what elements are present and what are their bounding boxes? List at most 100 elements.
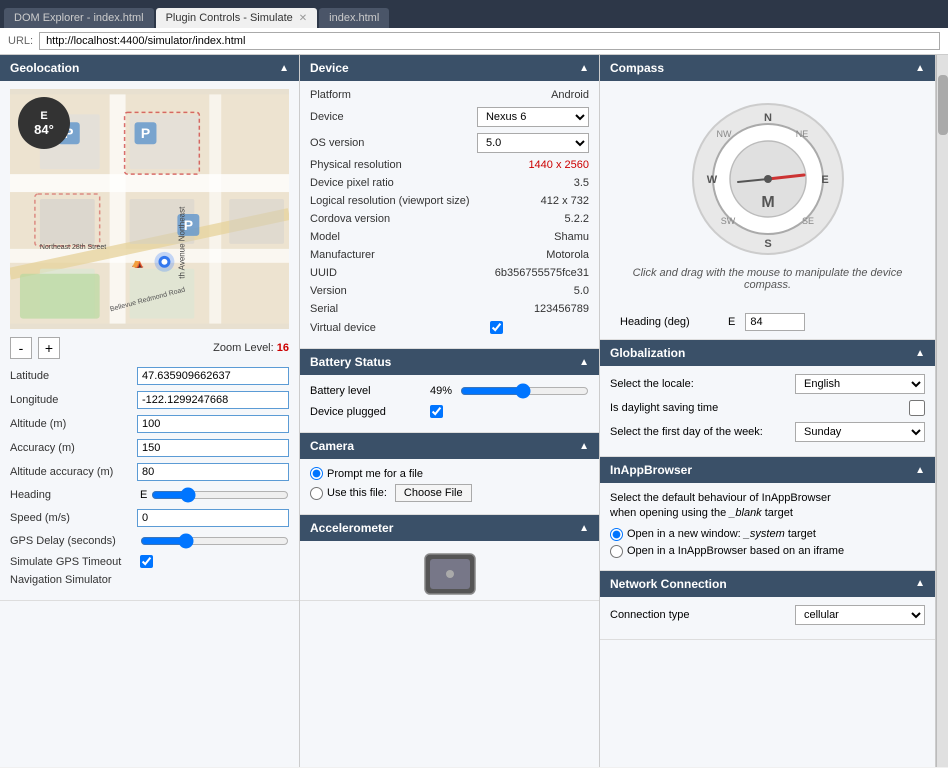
daylight-checkbox[interactable]	[909, 400, 925, 416]
geolocation-body: P P P ⛺	[0, 81, 299, 601]
connection-type-label: Connection type	[610, 609, 795, 621]
speed-input[interactable]	[137, 509, 289, 527]
camera-header[interactable]: Camera ▲	[300, 433, 599, 459]
compass-dial[interactable]: N E S W NE SE SW NW M	[688, 99, 848, 259]
url-input[interactable]	[39, 32, 940, 50]
camera-body: Prompt me for a file Use this file: Choo…	[300, 459, 599, 515]
platform-label: Platform	[310, 89, 490, 101]
platform-row: Platform Android	[310, 89, 589, 101]
tab-index[interactable]: index.html	[319, 8, 389, 28]
battery-level-row: Battery level 49%	[310, 383, 589, 399]
map-compass-dir: E	[40, 110, 47, 122]
prompt-label: Prompt me for a file	[327, 468, 423, 480]
locale-select[interactable]: English French Spanish	[795, 374, 925, 394]
iab-description: Select the default behaviour of InAppBro…	[610, 491, 925, 522]
prompt-radio[interactable]	[310, 467, 323, 480]
manufacturer-label: Manufacturer	[310, 249, 490, 261]
iab-option2-radio[interactable]	[610, 545, 623, 558]
heading-dir: E	[140, 489, 147, 501]
globalization-header[interactable]: Globalization ▲	[600, 340, 935, 366]
prompt-row: Prompt me for a file	[310, 467, 589, 480]
version-value: 5.0	[490, 285, 589, 297]
device-chevron: ▲	[579, 63, 589, 74]
scrollbar-thumb[interactable]	[938, 75, 948, 135]
logical-res-label: Logical resolution (viewport size)	[310, 195, 490, 207]
zoom-out-button[interactable]: -	[10, 337, 32, 359]
inappbrowser-header[interactable]: InAppBrowser ▲	[600, 457, 935, 483]
svg-text:Northeast 28th Street: Northeast 28th Street	[40, 244, 106, 251]
simulate-gps-row: Simulate GPS Timeout	[10, 555, 289, 568]
battery-section: Battery Status ▲ Battery level 49% Devic…	[300, 349, 599, 433]
network-chevron: ▲	[915, 578, 925, 589]
uuid-value: 6b356755575fce31	[490, 267, 589, 279]
accuracy-label: Accuracy (m)	[10, 442, 137, 454]
zoom-row: - + Zoom Level: 16	[10, 337, 289, 359]
accelerometer-chevron: ▲	[579, 523, 589, 534]
longitude-input[interactable]	[137, 391, 289, 409]
heading-input-label: Heading (deg)	[620, 316, 720, 328]
compass-chevron: ▲	[915, 63, 925, 74]
tab-plugin-controls[interactable]: Plugin Controls - Simulate ✕	[156, 8, 318, 28]
pixel-ratio-value: 3.5	[490, 177, 589, 189]
pixel-ratio-row: Device pixel ratio 3.5	[310, 177, 589, 189]
platform-value: Android	[490, 89, 589, 101]
connection-type-select[interactable]: cellular wifi none ethernet 2g 3g 4g unk…	[795, 605, 925, 625]
accelerometer-header[interactable]: Accelerometer ▲	[300, 515, 599, 541]
device-plugged-label: Device plugged	[310, 406, 430, 418]
gps-delay-slider[interactable]	[140, 533, 289, 549]
device-select[interactable]: Nexus 6 Nexus 5 Galaxy S6	[477, 107, 589, 127]
os-select[interactable]: 5.0 4.4 6.0	[477, 133, 589, 153]
alt-accuracy-label: Altitude accuracy (m)	[10, 466, 137, 478]
locale-row: Select the locale: English French Spanis…	[610, 374, 925, 394]
simulate-gps-checkbox[interactable]	[140, 555, 153, 568]
battery-header[interactable]: Battery Status ▲	[300, 349, 599, 375]
device-plugged-checkbox[interactable]	[430, 405, 443, 418]
virtual-label: Virtual device	[310, 322, 490, 334]
phys-res-value: 1440 x 2560	[490, 159, 589, 171]
simulate-gps-label: Simulate GPS Timeout	[10, 556, 140, 568]
heading-slider[interactable]	[151, 487, 289, 503]
alt-accuracy-input[interactable]	[137, 463, 289, 481]
svg-text:P: P	[141, 125, 150, 141]
device-header[interactable]: Device ▲	[300, 55, 599, 81]
version-row: Version 5.0	[310, 285, 589, 297]
scrollbar[interactable]	[936, 55, 948, 767]
battery-body: Battery level 49% Device plugged	[300, 375, 599, 433]
geolocation-panel: Geolocation ▲	[0, 55, 300, 767]
latitude-input[interactable]	[137, 367, 289, 385]
virtual-checkbox[interactable]	[490, 321, 503, 334]
use-file-label: Use this file:	[327, 487, 387, 499]
geolocation-section: Geolocation ▲	[0, 55, 299, 601]
svg-text:SE: SE	[801, 216, 813, 226]
phys-res-row: Physical resolution 1440 x 2560	[310, 159, 589, 171]
os-row: OS version 5.0 4.4 6.0	[310, 133, 589, 153]
geolocation-header[interactable]: Geolocation ▲	[0, 55, 299, 81]
heading-text-input[interactable]	[745, 313, 805, 331]
url-label: URL:	[8, 35, 33, 47]
model-label: Model	[310, 231, 490, 243]
battery-chevron: ▲	[579, 357, 589, 368]
compass-widget: N E S W NE SE SW NW M	[610, 89, 925, 309]
svg-text:NW: NW	[716, 129, 731, 139]
serial-row: Serial 123456789	[310, 303, 589, 315]
use-file-radio[interactable]	[310, 487, 323, 500]
network-header[interactable]: Network Connection ▲	[600, 571, 935, 597]
locale-label: Select the locale:	[610, 378, 795, 390]
choose-file-button[interactable]: Choose File	[395, 484, 472, 502]
altitude-input[interactable]	[137, 415, 289, 433]
first-day-select[interactable]: Sunday Monday Saturday	[795, 422, 925, 442]
connection-type-row: Connection type cellular wifi none ether…	[610, 605, 925, 625]
use-file-row: Use this file: Choose File	[310, 484, 589, 502]
address-bar: URL:	[0, 28, 948, 55]
nav-sim-label: Navigation Simulator	[10, 574, 140, 586]
tab-dom-explorer[interactable]: DOM Explorer - index.html	[4, 8, 154, 28]
accuracy-input[interactable]	[137, 439, 289, 457]
svg-text:E: E	[821, 174, 828, 186]
battery-level-slider[interactable]	[460, 383, 589, 399]
gps-delay-label: GPS Delay (seconds)	[10, 535, 140, 547]
tab-close-icon[interactable]: ✕	[299, 13, 307, 24]
map-container[interactable]: P P P ⛺	[10, 89, 289, 329]
compass-header[interactable]: Compass ▲	[600, 55, 935, 81]
zoom-in-button[interactable]: +	[38, 337, 60, 359]
iab-option1-radio[interactable]	[610, 528, 623, 541]
